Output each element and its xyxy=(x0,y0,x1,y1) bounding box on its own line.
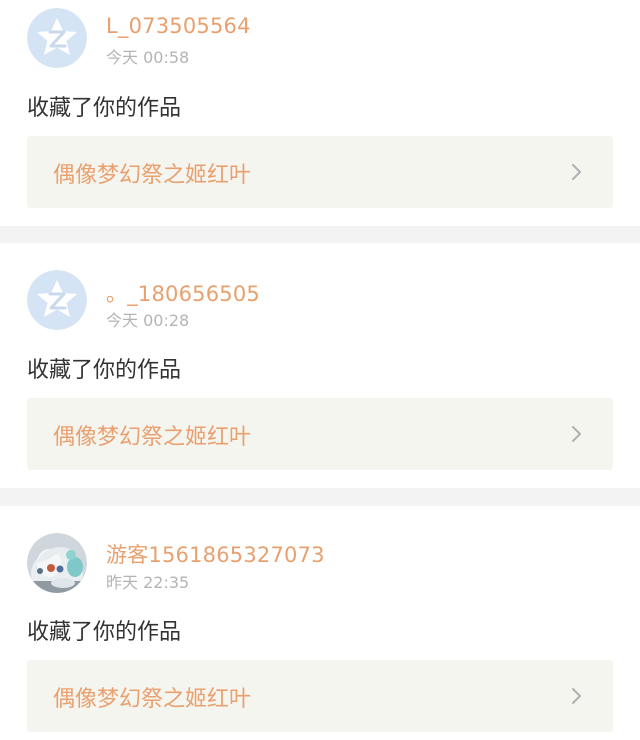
work-title: 偶像梦幻祭之姬红叶 xyxy=(53,425,252,450)
notification-card: 游客1561865327073 昨天 22:35 收藏了你的作品 偶像梦幻祭之姬… xyxy=(0,506,640,740)
notification-card: 。_180656505 今天 00:28 收藏了你的作品 偶像梦幻祭之姬红叶 xyxy=(0,243,640,488)
chevron-right-icon xyxy=(572,688,581,704)
timestamp: 今天 00:58 xyxy=(106,48,190,67)
avatar[interactable] xyxy=(27,270,87,330)
avatar[interactable] xyxy=(27,8,87,68)
chevron-right-icon xyxy=(572,164,581,180)
default-star-avatar-icon xyxy=(27,8,87,68)
chevron-right-icon xyxy=(572,426,581,442)
work-title: 偶像梦幻祭之姬红叶 xyxy=(53,163,252,188)
avatar[interactable] xyxy=(27,533,87,593)
username[interactable]: 游客1561865327073 xyxy=(106,539,325,569)
timestamp: 昨天 22:35 xyxy=(106,573,190,592)
action-text: 收藏了你的作品 xyxy=(27,620,182,645)
user-photo-avatar xyxy=(27,533,87,593)
username[interactable]: L_073505564 xyxy=(106,14,251,38)
timestamp: 今天 00:28 xyxy=(106,311,190,330)
action-text: 收藏了你的作品 xyxy=(27,358,182,383)
username[interactable]: 。_180656505 xyxy=(106,278,260,308)
work-title: 偶像梦幻祭之姬红叶 xyxy=(53,687,252,712)
notification-card: L_073505564 今天 00:58 收藏了你的作品 偶像梦幻祭之姬红叶 xyxy=(0,0,640,226)
default-star-avatar-icon xyxy=(27,270,87,330)
work-link[interactable]: 偶像梦幻祭之姬红叶 xyxy=(27,660,613,732)
action-text: 收藏了你的作品 xyxy=(27,96,182,121)
work-link[interactable]: 偶像梦幻祭之姬红叶 xyxy=(27,136,613,208)
notification-feed: L_073505564 今天 00:58 收藏了你的作品 偶像梦幻祭之姬红叶 。… xyxy=(0,0,640,740)
work-link[interactable]: 偶像梦幻祭之姬红叶 xyxy=(27,398,613,470)
